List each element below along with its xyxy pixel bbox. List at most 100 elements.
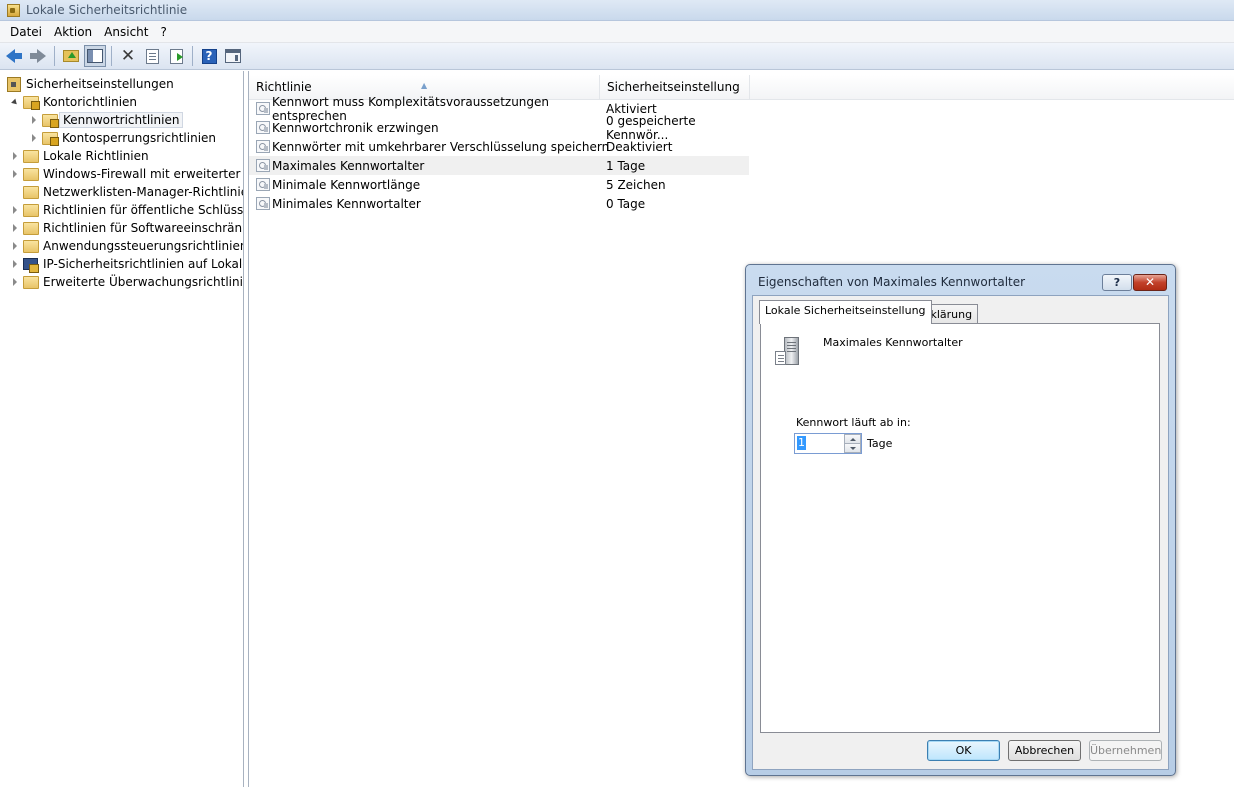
policy-icon (256, 159, 270, 172)
list-item[interactable]: Minimales Kennwortalter 0 Tage (249, 194, 749, 213)
expand-arrow-icon[interactable] (10, 97, 20, 107)
properties-button[interactable] (141, 45, 163, 67)
tree-node-software-restriction[interactable]: Richtlinien für Softwareeinschränkung (10, 219, 243, 237)
properties-icon (145, 48, 159, 64)
dialog-close-button[interactable]: ✕ (1133, 274, 1167, 291)
toolbar-separator (111, 46, 112, 66)
tree-node-kennwortrichtlinien[interactable]: Kennwortrichtlinien (29, 111, 184, 129)
dialog-help-button[interactable]: ? (1102, 274, 1132, 291)
stepper-down-icon[interactable] (844, 443, 861, 453)
menu-help[interactable]: ? (154, 22, 172, 42)
ok-button[interactable]: OK (927, 740, 1000, 761)
policy-name: Minimale Kennwortlänge (272, 177, 421, 192)
server-policy-icon (774, 336, 806, 368)
forward-icon (30, 49, 46, 63)
folder-icon (23, 203, 39, 217)
collapse-arrow-icon[interactable] (10, 205, 20, 215)
expire-days-input[interactable]: 1 (797, 436, 806, 450)
folder-icon (23, 239, 39, 253)
collapse-arrow-icon[interactable] (10, 169, 20, 179)
properties-dialog[interactable]: Eigenschaften von Maximales Kennwortalte… (745, 264, 1176, 776)
back-button[interactable] (3, 45, 25, 67)
column-header-sicherheitseinstellung[interactable]: Sicherheitseinstellung (600, 75, 750, 99)
folder-icon (23, 185, 39, 199)
forward-button[interactable] (27, 45, 49, 67)
list-item[interactable]: Kennwortchronik erzwingen 0 gespeicherte… (249, 114, 749, 142)
tree-node-kontosperrungsrichtlinien[interactable]: Kontosperrungsrichtlinien (29, 129, 216, 147)
collapse-arrow-icon[interactable] (10, 259, 20, 269)
unit-label: Tage (867, 437, 893, 450)
toolbar-separator (192, 46, 193, 66)
tree-node-windows-firewall[interactable]: Windows-Firewall mit erweiterter Sicherh… (10, 165, 243, 183)
tree-node-lokale-richtlinien[interactable]: Lokale Richtlinien (10, 147, 149, 165)
policy-value: 5 Zeichen (606, 177, 666, 192)
tree-node-ipsec-policies[interactable]: IP-Sicherheitsrichtlinien auf Lokaler Co… (10, 255, 243, 273)
export-list-icon (169, 48, 183, 64)
folder-icon (23, 167, 39, 181)
tree-label: Windows-Firewall mit erweiterter Sicherh… (43, 167, 243, 181)
help-icon: ? (1113, 276, 1121, 289)
export-list-button[interactable] (165, 45, 187, 67)
collapse-arrow-icon[interactable] (29, 133, 39, 143)
policy-icon (256, 197, 270, 210)
expire-days-stepper[interactable]: 1 (794, 433, 862, 454)
apply-button[interactable]: Übernehmen (1089, 740, 1162, 761)
policy-icon (256, 178, 270, 191)
folder-icon (23, 149, 39, 163)
up-folder-icon (63, 50, 79, 62)
window-titlebar[interactable]: Lokale Sicherheitsrichtlinie (0, 0, 1234, 21)
close-icon: ✕ (1144, 275, 1156, 289)
tree-node-kontorichtlinien[interactable]: Kontorichtlinien (10, 93, 137, 111)
locked-folder-icon (42, 131, 59, 146)
tree-node-public-key-policies[interactable]: Richtlinien für öffentliche Schlüssel (10, 201, 243, 219)
list-item[interactable]: Kennwörter mit umkehrbarer Verschlüsselu… (249, 137, 749, 156)
tree-root[interactable]: Sicherheitseinstellungen (6, 75, 174, 93)
show-hide-tree-button[interactable] (84, 45, 106, 67)
collapse-arrow-icon[interactable] (10, 151, 20, 161)
list-item-selected[interactable]: Maximales Kennwortalter 1 Tage (249, 156, 749, 175)
list-item[interactable]: Minimale Kennwortlänge 5 Zeichen (249, 175, 749, 194)
menu-aktion[interactable]: Aktion (48, 22, 98, 42)
tree-node-application-control[interactable]: Anwendungssteuerungsrichtlinien (10, 237, 243, 255)
up-level-button[interactable] (60, 45, 82, 67)
toolbar: ✕ ? (0, 43, 1234, 70)
delete-button[interactable]: ✕ (117, 45, 139, 67)
mmc-console-icon (225, 49, 241, 63)
mmc-console-button[interactable] (222, 45, 244, 67)
tree-label: Kontosperrungsrichtlinien (62, 131, 217, 145)
policy-name: Kennwörter mit umkehrbarer Verschlüsselu… (272, 139, 610, 154)
tree-label: Kontorichtlinien (43, 95, 138, 109)
tree-label: Kennwortrichtlinien (59, 112, 184, 128)
navigation-tree[interactable]: Sicherheitseinstellungen Kontorichtlinie… (0, 71, 244, 787)
policy-value: Deaktiviert (606, 139, 673, 154)
toolbar-separator (54, 46, 55, 66)
policy-name: Maximales Kennwortalter (272, 158, 425, 173)
policy-value: 1 Tage (606, 158, 646, 173)
dialog-title: Eigenschaften von Maximales Kennwortalte… (758, 275, 1026, 289)
tree-node-netzwerklisten-manager[interactable]: Netzwerklisten-Manager-Richtlinien (23, 183, 244, 201)
cancel-button[interactable]: Abbrechen (1008, 740, 1081, 761)
folder-icon (23, 221, 39, 235)
help-button[interactable]: ? (198, 45, 220, 67)
collapse-arrow-icon[interactable] (10, 277, 20, 287)
tree-label: Netzwerklisten-Manager-Richtlinien (43, 185, 244, 199)
locked-folder-icon (23, 95, 40, 110)
security-policy-icon (6, 3, 20, 17)
collapse-arrow-icon[interactable] (10, 241, 20, 251)
tree-label: Erweiterte Überwachungsrichtlinienkonfig… (43, 275, 243, 289)
tree-node-advanced-audit[interactable]: Erweiterte Überwachungsrichtlinienkonfig… (10, 273, 243, 291)
show-hide-tree-icon (87, 49, 103, 63)
policy-name: Kennwortchronik erzwingen (272, 120, 439, 135)
help-icon: ? (201, 48, 217, 64)
delete-icon: ✕ (120, 45, 136, 66)
collapse-arrow-icon[interactable] (10, 223, 20, 233)
tab-lokale-sicherheitseinstellung[interactable]: Lokale Sicherheitseinstellung (759, 300, 932, 324)
tree-label: Richtlinien für Softwareeinschränkung (43, 221, 243, 235)
policy-title: Maximales Kennwortalter (823, 336, 963, 349)
menu-ansicht[interactable]: Ansicht (98, 22, 154, 42)
security-settings-icon (6, 76, 22, 92)
collapse-arrow-icon[interactable] (29, 115, 39, 125)
tab-panel: Maximales Kennwortalter Kennwort läuft a… (760, 323, 1160, 733)
menu-datei[interactable]: Datei (4, 22, 48, 42)
policy-name: Minimales Kennwortalter (272, 196, 421, 211)
